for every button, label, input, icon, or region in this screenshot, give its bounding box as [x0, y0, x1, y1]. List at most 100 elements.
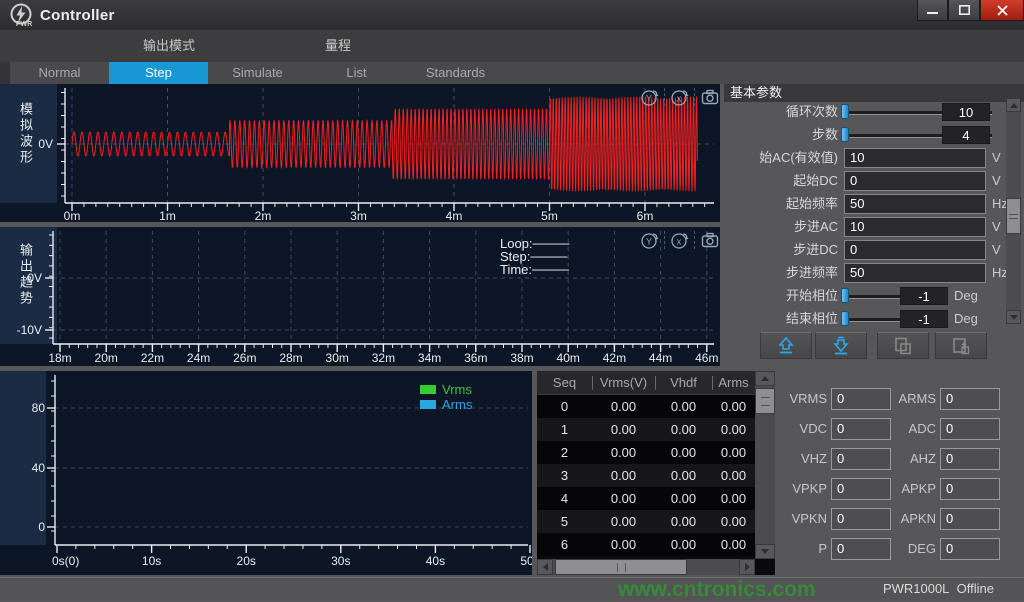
- cell: 0.00: [712, 487, 755, 510]
- end-phase-value[interactable]: -1: [900, 310, 948, 328]
- column-header-arms[interactable]: Arms: [712, 371, 755, 395]
- y-autoscale-button[interactable]: Y: [640, 230, 660, 250]
- start-ac-input[interactable]: 10: [844, 148, 986, 168]
- waveform-trace: [72, 97, 697, 191]
- scroll-down-button[interactable]: [1006, 310, 1021, 324]
- camera-button[interactable]: [700, 230, 720, 250]
- start-dc-input[interactable]: 0: [844, 171, 986, 191]
- scroll-up-button[interactable]: [755, 371, 775, 386]
- x-tick-label: 20m: [95, 351, 118, 365]
- start-frequency-label: 起始频率: [724, 194, 838, 214]
- x-tick-label: 46m: [695, 351, 718, 365]
- loop-count-value[interactable]: 10: [942, 103, 990, 121]
- chart-toolbar-separator: [664, 231, 666, 249]
- analog-waveform-chart: 模拟波形0V0m1m2m3m4m5m6mYx: [0, 84, 720, 222]
- step-count-value[interactable]: 4: [942, 126, 990, 144]
- step-count-slider-handle[interactable]: [841, 127, 849, 142]
- x-tick-label: 22m: [141, 351, 164, 365]
- x-autoscale-button[interactable]: x: [670, 87, 690, 107]
- move-down-button[interactable]: [815, 332, 867, 359]
- x-tick-label: 40s: [426, 554, 445, 568]
- legend: VrmsArms: [420, 382, 472, 412]
- thumb-grip: [761, 397, 770, 406]
- vscroll-thumb[interactable]: [755, 388, 775, 414]
- scroll-left-button[interactable]: [537, 559, 553, 575]
- table-vscrollbar[interactable]: [755, 371, 775, 559]
- start-phase-slider-track[interactable]: [844, 295, 906, 299]
- hscroll-thumb[interactable]: [555, 559, 687, 575]
- start-phase-slider-handle[interactable]: [841, 288, 849, 303]
- minimize-button[interactable]: [917, 0, 948, 21]
- tab-simulate[interactable]: Simulate: [208, 62, 307, 84]
- range-label: 量程: [325, 30, 351, 62]
- move-up-button[interactable]: [760, 332, 812, 359]
- table-row[interactable]: 10.000.000.00: [537, 418, 755, 441]
- export-button[interactable]: [935, 332, 987, 359]
- cell: 0.00: [712, 533, 755, 556]
- params-vscrollbar[interactable]: [1006, 98, 1021, 324]
- x-tick-label: 28m: [279, 351, 302, 365]
- measurement-readouts: VRMS0ARMS0VDC0ADC0VHZ0AHZ0VPKP0APKP0VPKN…: [775, 371, 1024, 575]
- meas-value-arms[interactable]: 0: [940, 388, 1000, 410]
- close-button[interactable]: [980, 0, 1024, 21]
- x-tick-label: 42m: [603, 351, 626, 365]
- start-frequency-input[interactable]: 50: [844, 194, 986, 214]
- maximize-icon: [959, 5, 970, 15]
- copy-button[interactable]: [877, 332, 929, 359]
- x-autoscale-icon: x: [670, 230, 690, 250]
- table-hscrollbar[interactable]: [537, 559, 755, 575]
- camera-button[interactable]: [700, 87, 720, 107]
- scroll-up-button[interactable]: [1006, 98, 1021, 112]
- scroll-down-button[interactable]: [755, 544, 775, 559]
- step-ac-input[interactable]: 10: [844, 217, 986, 237]
- legend-label: Vrms: [442, 382, 472, 397]
- start-phase-value[interactable]: -1: [900, 287, 948, 305]
- minimize-icon: [927, 6, 938, 15]
- tab-list[interactable]: List: [307, 62, 406, 84]
- meas-value-ahz[interactable]: 0: [940, 448, 1000, 470]
- connection-state: Offline: [957, 581, 994, 596]
- x-tick-label: 0m: [64, 209, 81, 222]
- loop-count-slider-handle[interactable]: [841, 104, 849, 119]
- column-header-vhdf[interactable]: Vhdf: [655, 371, 712, 395]
- meas-value-apkn[interactable]: 0: [940, 508, 1000, 530]
- table-row[interactable]: 50.000.000.00: [537, 510, 755, 533]
- table-row[interactable]: 40.000.000.00: [537, 487, 755, 510]
- cell: 0.00: [655, 395, 712, 418]
- cell: 0.00: [655, 418, 712, 441]
- cell: 0: [537, 395, 592, 418]
- scroll-right-button[interactable]: [739, 559, 755, 575]
- vscroll-thumb[interactable]: [1006, 198, 1021, 234]
- step-dc-input[interactable]: 0: [844, 240, 986, 260]
- table-header: SeqVrms(V)VhdfArms: [537, 371, 755, 395]
- arrow-right-icon: [745, 563, 750, 571]
- y-autoscale-button[interactable]: Y: [640, 87, 660, 107]
- x-autoscale-button[interactable]: x: [670, 230, 690, 250]
- column-header-vrmsv[interactable]: Vrms(V): [592, 371, 655, 395]
- step-frequency-input[interactable]: 50: [844, 263, 986, 283]
- end-phase-slider-track[interactable]: [844, 318, 906, 322]
- x-tick-label: 30m: [326, 351, 349, 365]
- maximize-button[interactable]: [948, 0, 980, 21]
- meas-value-adc[interactable]: 0: [940, 418, 1000, 440]
- table-row[interactable]: 60.000.000.00: [537, 533, 755, 556]
- svg-text:x: x: [677, 237, 682, 247]
- column-header-seq[interactable]: Seq: [537, 371, 592, 395]
- meas-value-deg[interactable]: 0: [940, 538, 1000, 560]
- table-row[interactable]: 30.000.000.00: [537, 464, 755, 487]
- start-ac-label: 始AC(有效值): [724, 148, 838, 168]
- table-row[interactable]: 20.000.000.00: [537, 441, 755, 464]
- tab-standards[interactable]: Standards: [406, 62, 505, 84]
- table-row[interactable]: 00.000.000.00: [537, 395, 755, 418]
- end-phase-slider-handle[interactable]: [841, 311, 849, 326]
- cell: 5: [537, 510, 592, 533]
- tabbar: NormalStepSimulateListStandards: [0, 62, 1024, 84]
- legend-swatch: [420, 385, 436, 394]
- tab-normal[interactable]: Normal: [10, 62, 109, 84]
- start-ac-unit: V: [992, 148, 1001, 168]
- step-ac-unit: V: [992, 217, 1001, 237]
- meas-value-apkp[interactable]: 0: [940, 478, 1000, 500]
- tab-step[interactable]: Step: [109, 62, 208, 84]
- cell: 0.00: [592, 510, 655, 533]
- app-title: Controller: [40, 7, 115, 24]
